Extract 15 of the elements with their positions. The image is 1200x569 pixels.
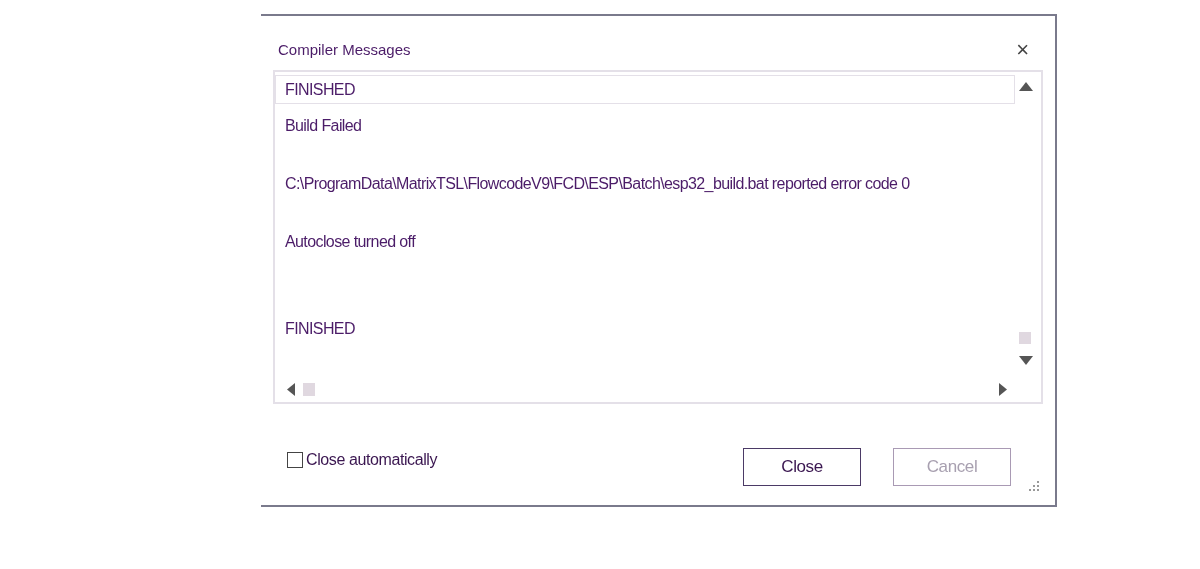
dialog-title: Compiler Messages — [278, 39, 411, 60]
message-line[interactable]: Autoclose turned off — [275, 227, 1015, 256]
message-line[interactable]: C:\ProgramData\MatrixTSL\FlowcodeV9\FCD\ESP\Batch\esp32_build.bat reported error code 0 — [275, 169, 1015, 198]
scroll-down-icon[interactable] — [1019, 356, 1033, 365]
resize-grip-icon — [1029, 481, 1039, 491]
scroll-right-icon[interactable] — [999, 383, 1007, 396]
message-line[interactable]: FINISHED — [275, 314, 1015, 343]
checkbox-label: Close automatically — [306, 450, 438, 470]
checkbox[interactable] — [287, 452, 303, 468]
message-line[interactable]: Build Failed — [275, 111, 1015, 140]
scrollbar-thumb[interactable] — [1019, 332, 1031, 344]
scrollbar-thumb[interactable] — [303, 383, 315, 396]
dialog-button[interactable]: Close — [743, 448, 861, 486]
scroll-up-icon[interactable] — [1019, 82, 1033, 91]
scroll-left-icon[interactable] — [287, 383, 295, 396]
